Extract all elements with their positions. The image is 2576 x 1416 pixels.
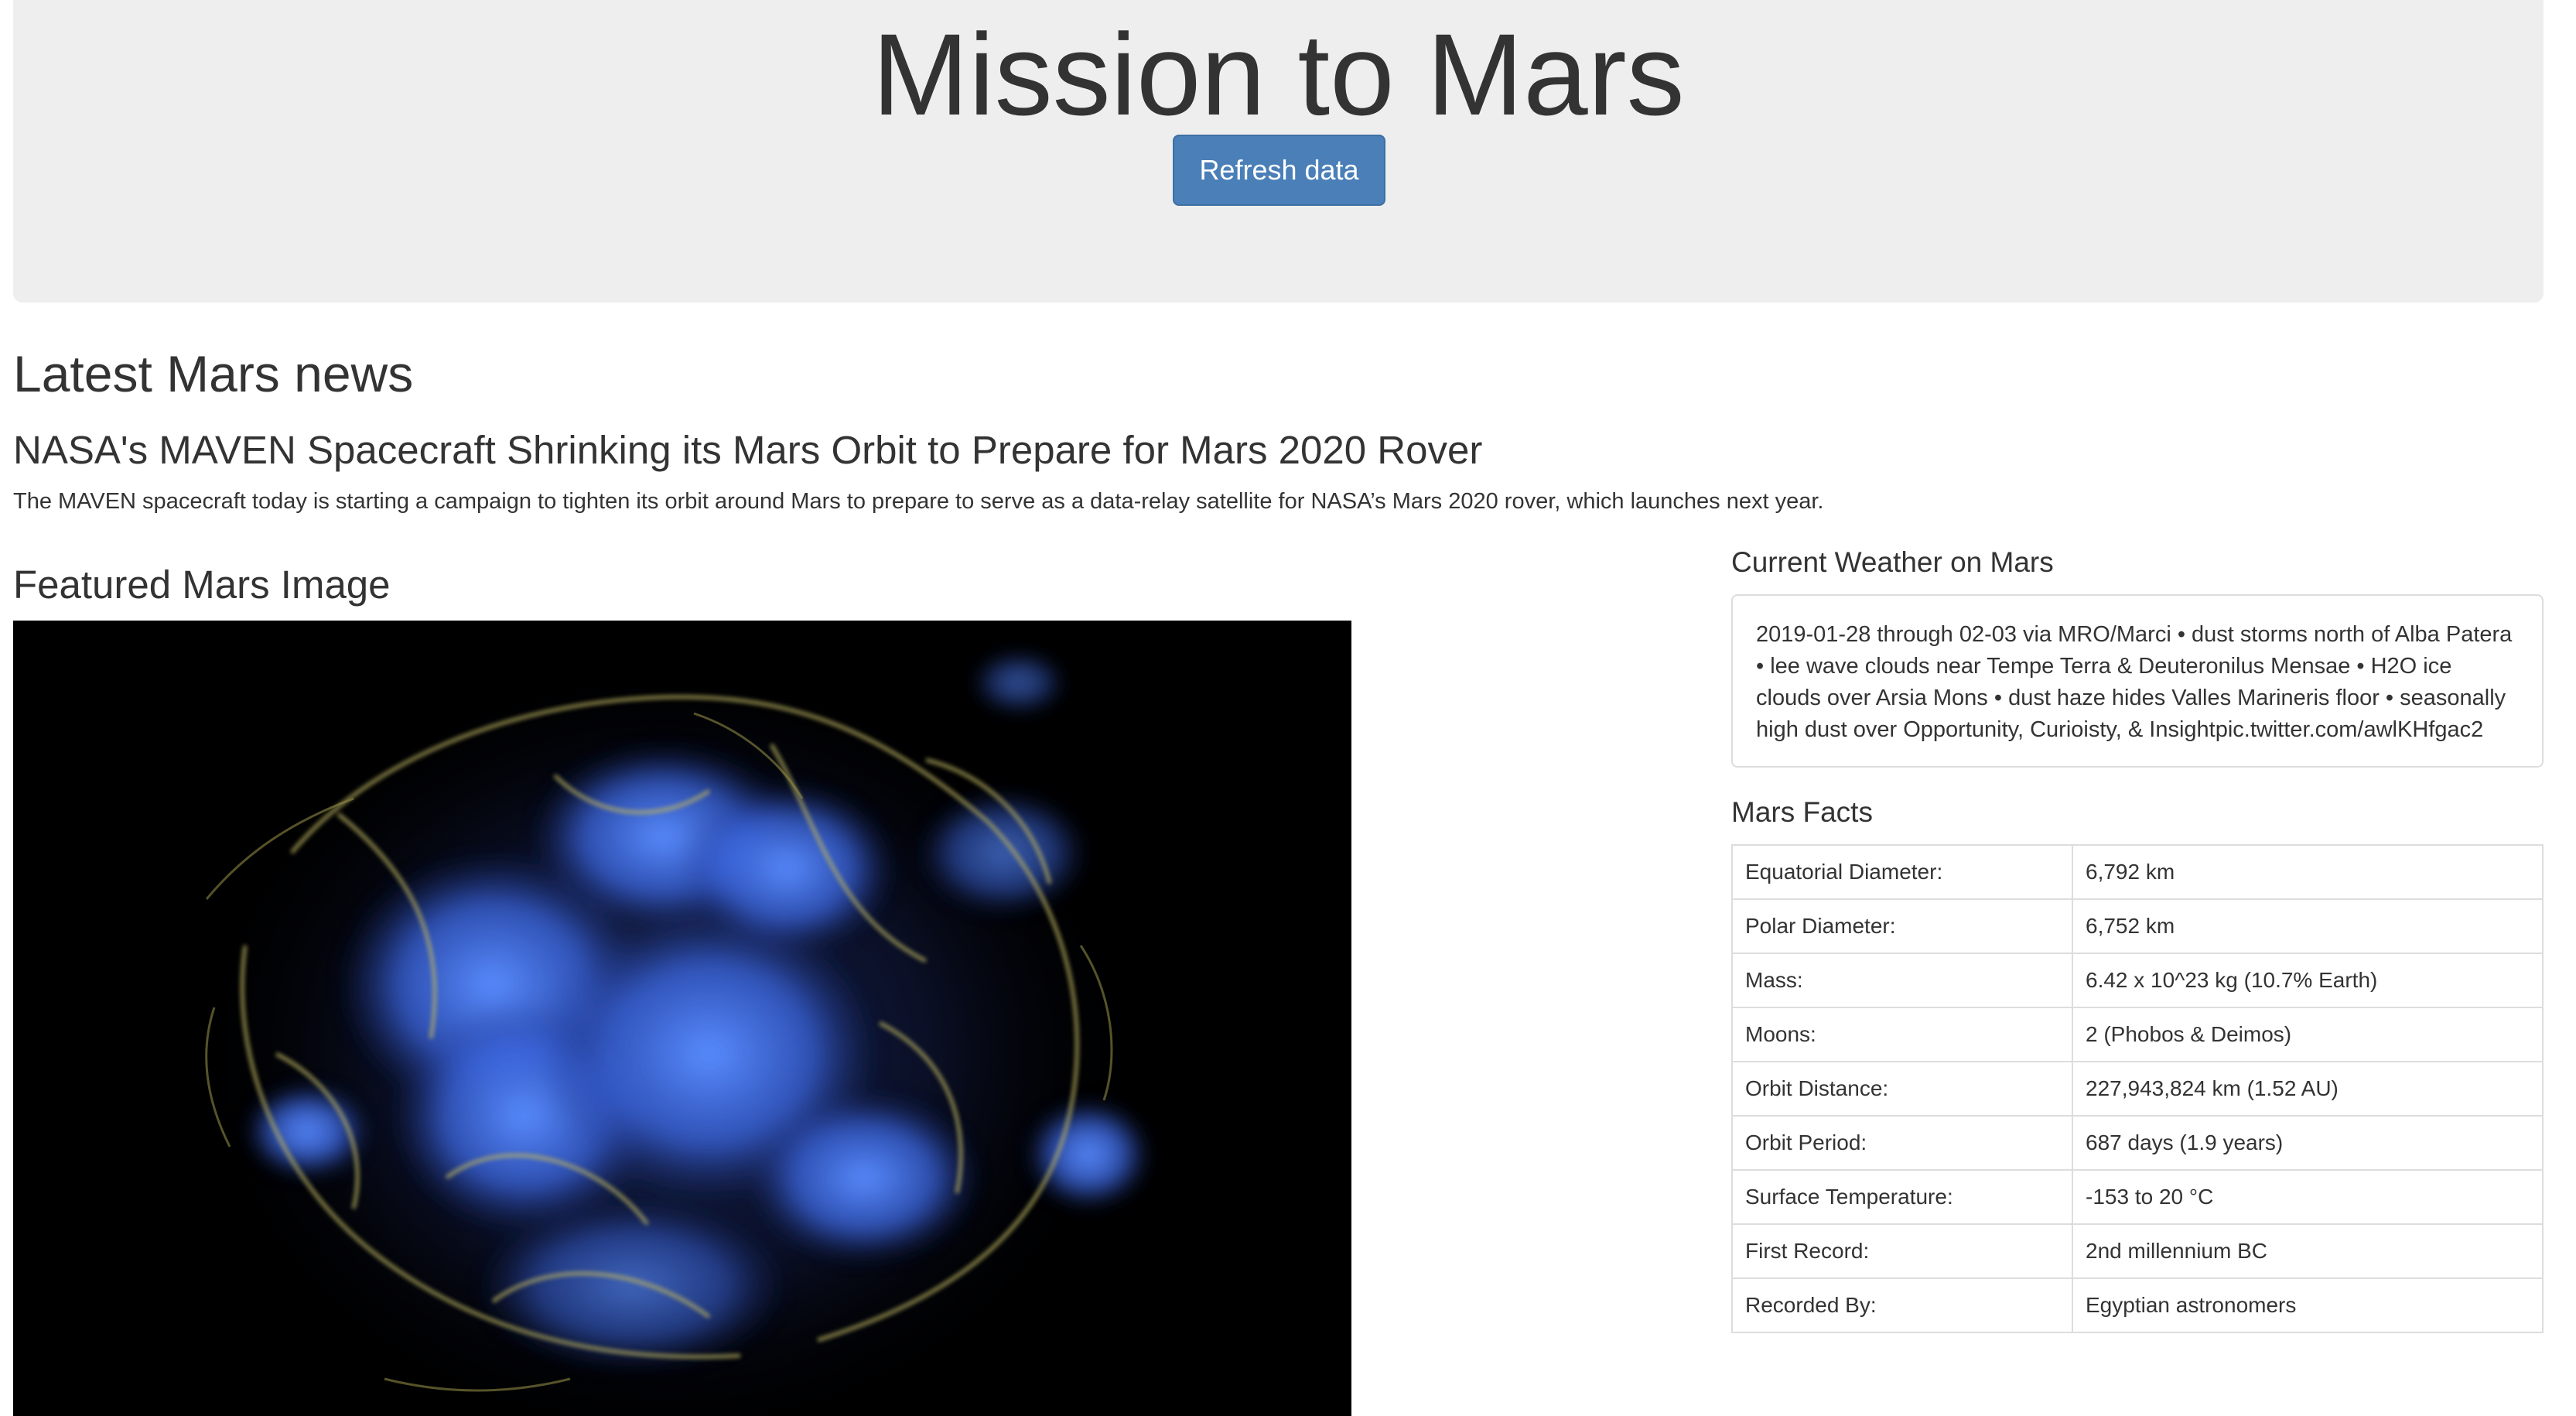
mars-facts-table: Equatorial Diameter: 6,792 km Polar Diam… [1731, 844, 2544, 1333]
table-row: Polar Diameter: 6,752 km [1731, 898, 2544, 954]
fact-label: Recorded By: [1731, 1277, 2073, 1333]
fact-label: Polar Diameter: [1731, 898, 2073, 954]
latest-news-heading: Latest Mars news [13, 345, 414, 402]
fact-label: Moons: [1731, 1007, 2073, 1062]
fact-label: First Record: [1731, 1223, 2073, 1279]
fact-value: 6,752 km [2072, 898, 2544, 954]
table-row: Orbit Distance: 227,943,824 km (1.52 AU) [1731, 1061, 2544, 1117]
fact-value: 227,943,824 km (1.52 AU) [2072, 1061, 2544, 1117]
table-row: First Record: 2nd millennium BC [1731, 1223, 2544, 1279]
weather-tweet: 2019-01-28 through 02-03 via MRO/Marci •… [1731, 594, 2544, 768]
news-paragraph: The MAVEN spacecraft today is starting a… [13, 489, 1824, 514]
table-row: Mass: 6.42 x 10^23 kg (10.7% Earth) [1731, 953, 2544, 1008]
fact-value: 687 days (1.9 years) [2072, 1115, 2544, 1171]
fact-value: 6.42 x 10^23 kg (10.7% Earth) [2072, 953, 2544, 1008]
mars-facts-heading: Mars Facts [1731, 796, 1873, 828]
fact-label: Mass: [1731, 953, 2073, 1008]
weather-heading: Current Weather on Mars [1731, 546, 2054, 578]
fact-label: Surface Temperature: [1731, 1169, 2073, 1225]
refresh-data-button[interactable]: Refresh data [1173, 135, 1385, 206]
fact-label: Orbit Distance: [1731, 1061, 2073, 1117]
fact-value: 2 (Phobos & Deimos) [2072, 1007, 2544, 1062]
nebula-image [13, 621, 1351, 1416]
fact-label: Orbit Period: [1731, 1115, 2073, 1171]
featured-mars-image[interactable] [13, 621, 1351, 1416]
table-row: Recorded By: Egyptian astronomers [1731, 1277, 2544, 1333]
table-row: Moons: 2 (Phobos & Deimos) [1731, 1007, 2544, 1062]
fact-label: Equatorial Diameter: [1731, 844, 2073, 900]
featured-image-heading: Featured Mars Image [13, 563, 391, 607]
news-title: NASA's MAVEN Spacecraft Shrinking its Ma… [13, 428, 1483, 472]
fact-value: 2nd millennium BC [2072, 1223, 2544, 1279]
page-title: Mission to Mars [872, 9, 1685, 139]
table-row: Surface Temperature: -153 to 20 °C [1731, 1169, 2544, 1225]
fact-value: 6,792 km [2072, 844, 2544, 900]
jumbotron-header: Mission to Mars Refresh data [13, 0, 2544, 303]
table-row: Orbit Period: 687 days (1.9 years) [1731, 1115, 2544, 1171]
table-row: Equatorial Diameter: 6,792 km [1731, 844, 2544, 900]
fact-value: Egyptian astronomers [2072, 1277, 2544, 1333]
fact-value: -153 to 20 °C [2072, 1169, 2544, 1225]
